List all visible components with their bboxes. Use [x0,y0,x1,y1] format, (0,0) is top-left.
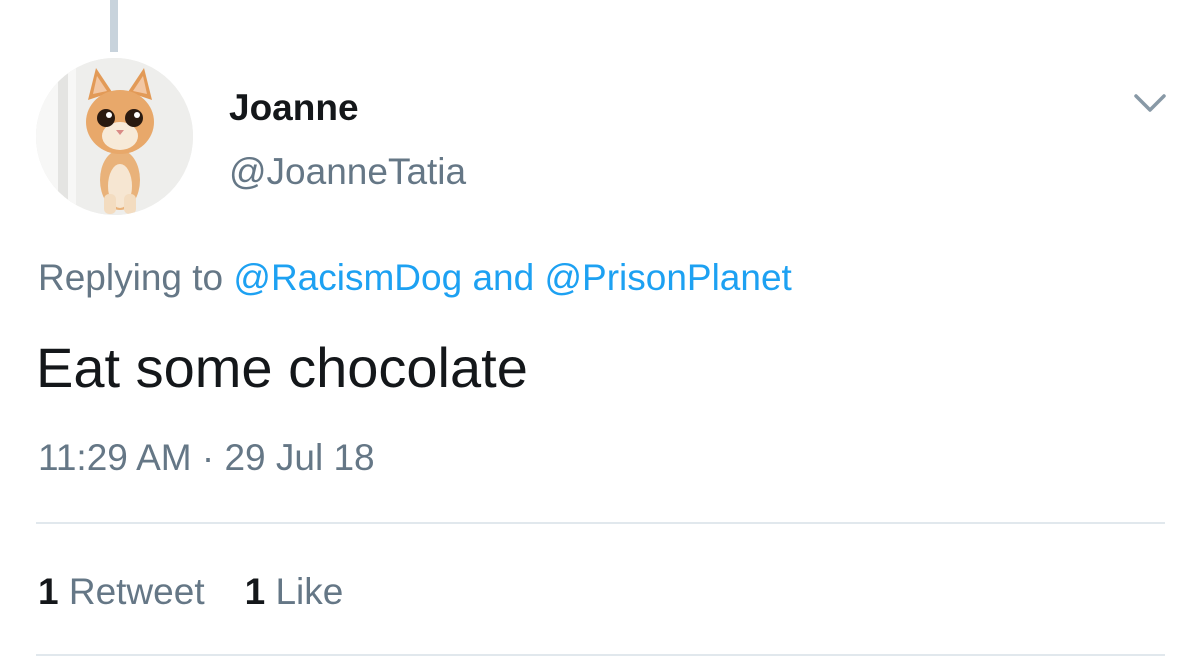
like-stat[interactable]: 1 Like [245,568,344,616]
retweet-count: 1 [38,571,59,612]
retweet-label: Retweet [68,571,205,612]
mention-link-prisonplanet[interactable]: @PrisonPlanet [544,257,791,298]
like-count: 1 [244,571,266,612]
divider [36,522,1165,524]
kitten-avatar-image [36,58,193,215]
tweet-detail: Joanne @JoanneTatia Replying to @RacismD… [0,0,1200,657]
divider [36,654,1165,656]
display-name[interactable]: Joanne [229,84,359,132]
engagement-stats: 1 Retweet 1 Like [38,568,343,616]
mention-joiner: and [472,257,535,298]
tweet-text: Eat some chocolate [36,336,528,399]
replying-to-label: Replying to [38,257,234,298]
chevron-down-icon[interactable] [1130,88,1170,116]
mention-link-racismdog[interactable]: @RacismDog [233,257,462,298]
replying-to-line: Replying to @RacismDog and @PrisonPlanet [38,254,792,302]
user-handle[interactable]: @JoanneTatia [229,148,466,196]
like-label: Like [275,571,344,612]
avatar[interactable] [36,58,193,215]
retweet-stat[interactable]: 1 Retweet [38,568,205,616]
thread-connector-line [110,0,118,52]
tweet-timestamp[interactable]: 11:29 AM · 29 Jul 18 [38,434,375,482]
